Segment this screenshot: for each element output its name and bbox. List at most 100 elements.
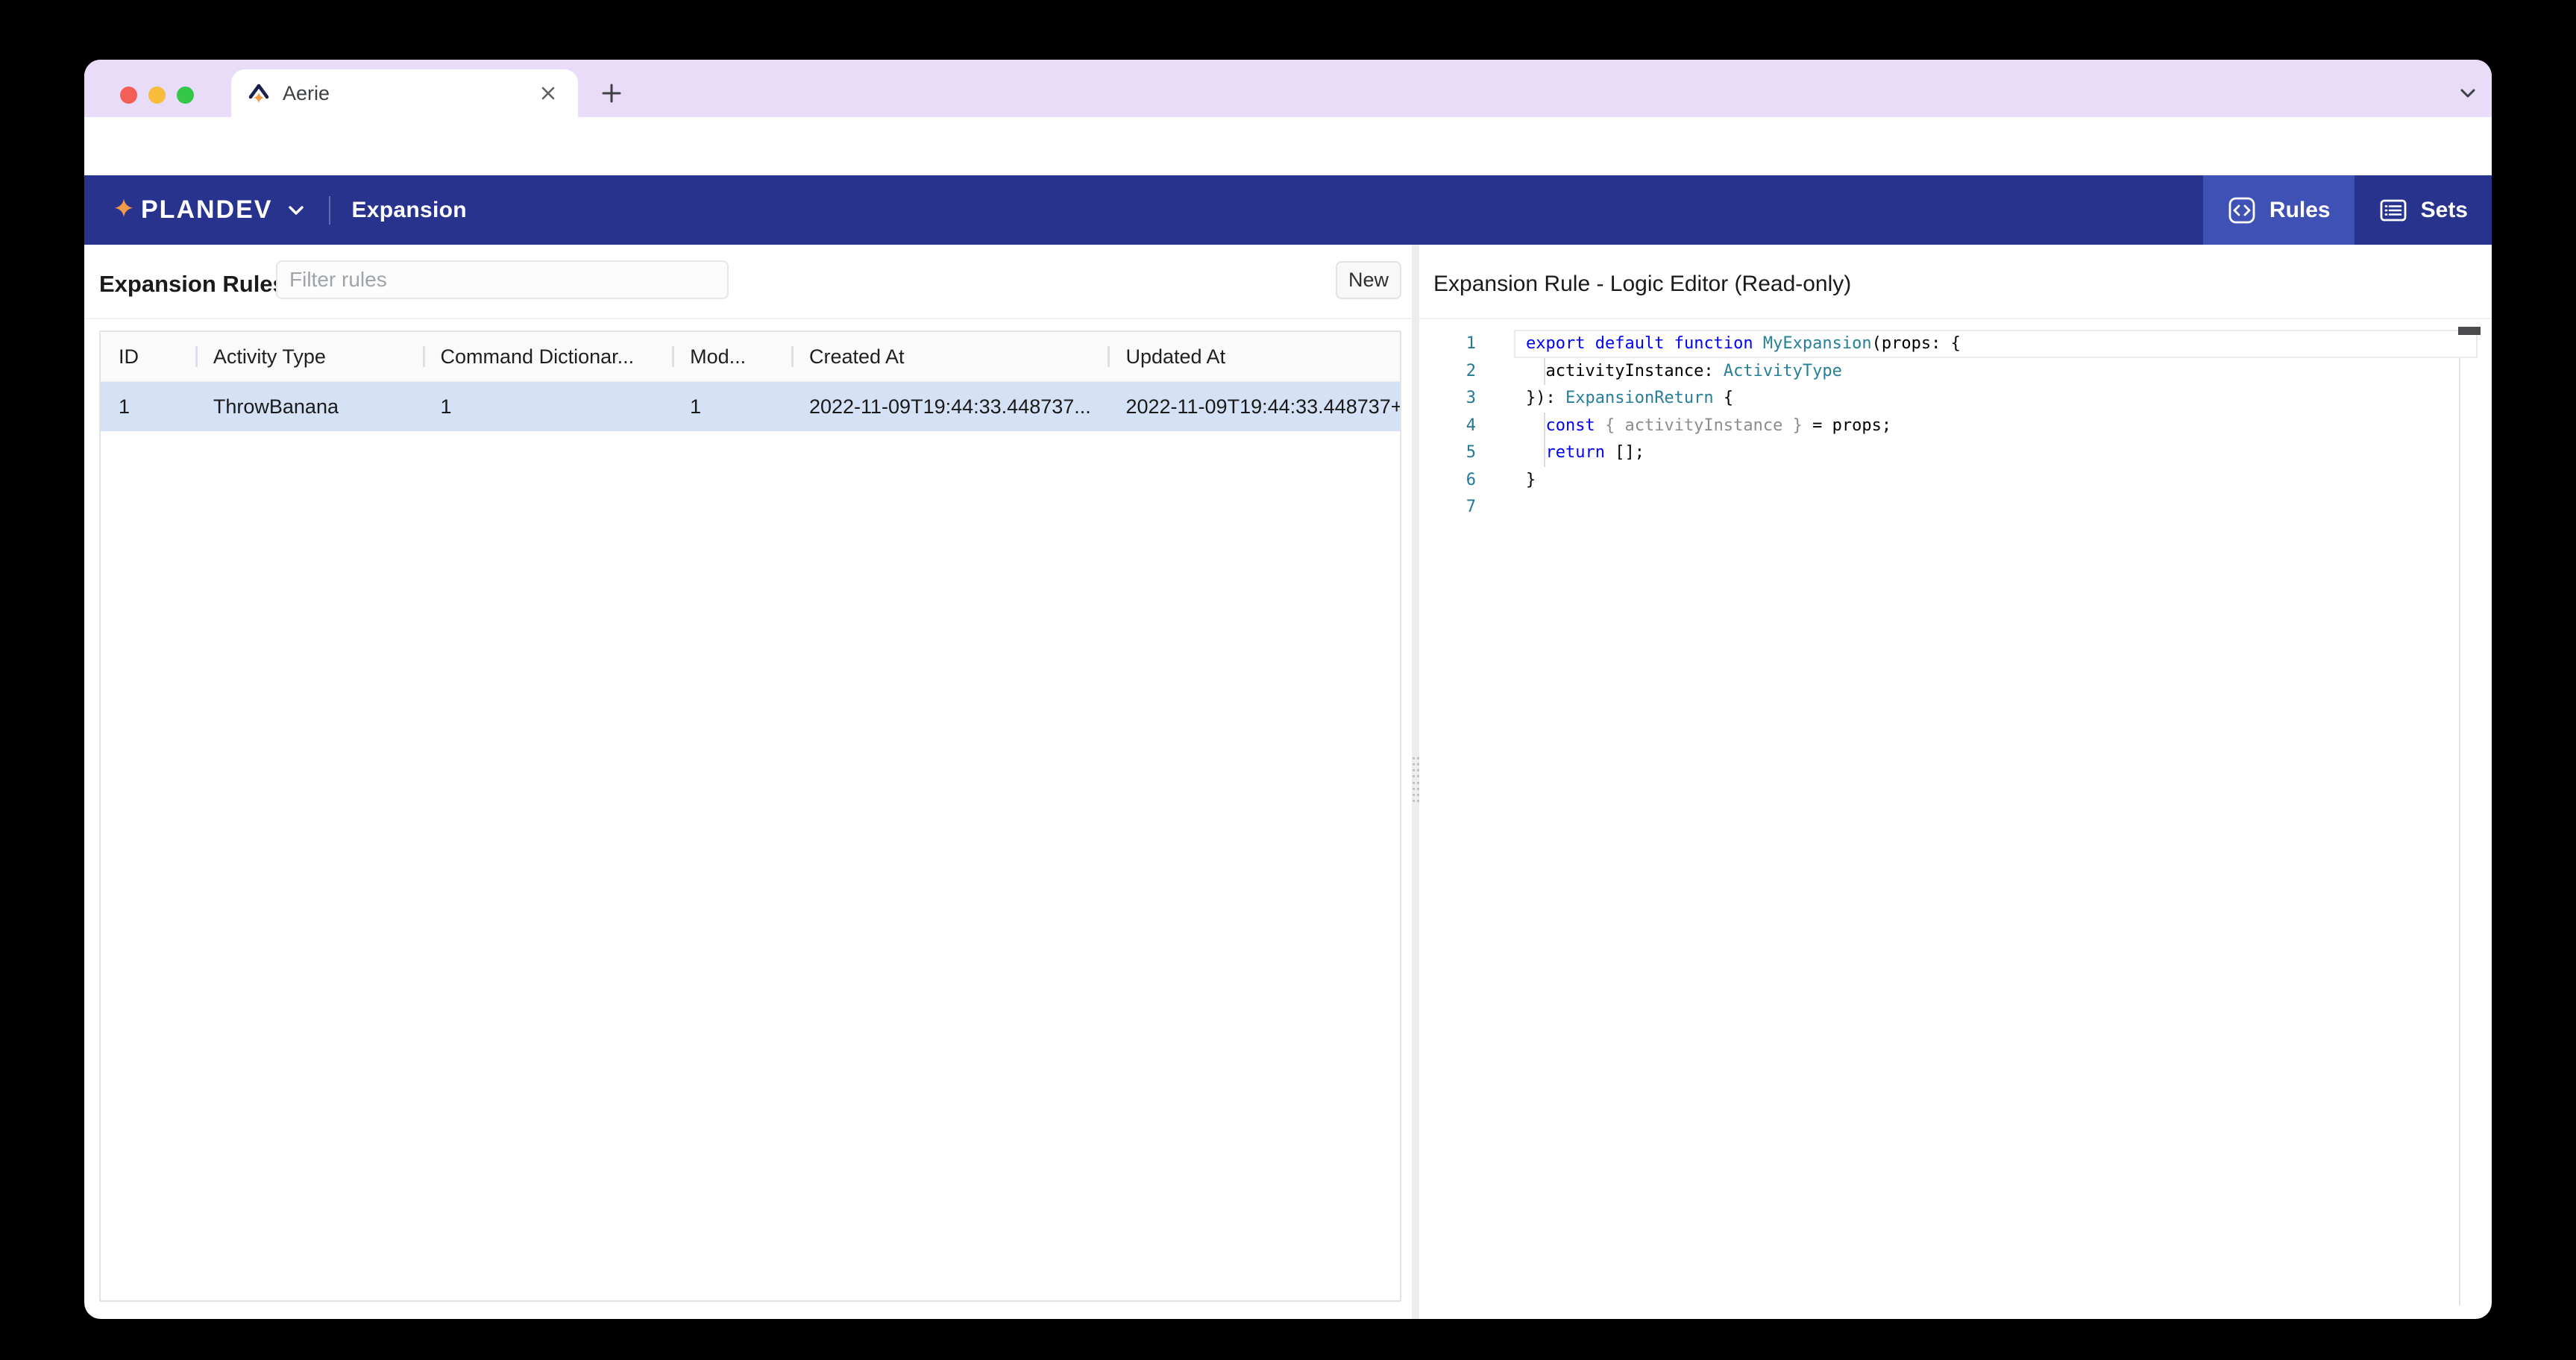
- code-token: }):: [1526, 389, 1565, 407]
- tab-title: Aerie: [283, 81, 330, 104]
- code-line: const { activityInstance } = props;: [1526, 412, 2473, 439]
- chevron-down-icon: [2460, 89, 2475, 98]
- column-header-label: Created At: [808, 345, 905, 368]
- traffic-light-minimize[interactable]: [148, 87, 166, 104]
- code-token: {: [1713, 389, 1734, 407]
- navbar-divider: [329, 195, 331, 225]
- code-line: return [];: [1526, 439, 2473, 467]
- page-title: Expansion: [351, 197, 467, 222]
- code-token: { activityInstance }: [1595, 416, 1803, 435]
- rules-table: ID Activity Type Command Dictionar... Mod..…: [99, 330, 1401, 1302]
- code-token: export: [1526, 334, 1586, 353]
- code-token: ActivityType: [1723, 361, 1842, 380]
- nav-item-label: Sets: [2420, 197, 2468, 222]
- column-header-label: Updated At: [1125, 345, 1226, 368]
- code-line: }: [1526, 467, 2473, 495]
- traffic-light-close[interactable]: [120, 87, 137, 104]
- code-line: export default function MyExpansion(prop…: [1526, 330, 2473, 358]
- browser-toolbar: localhost/expansion/rules: [84, 117, 2492, 225]
- column-separator: [672, 346, 675, 367]
- column-header-label: ID: [119, 345, 139, 368]
- code-token: default: [1595, 334, 1665, 353]
- traffic-light-maximize[interactable]: [177, 87, 194, 104]
- indent-guide: [1544, 412, 1545, 439]
- filter-rules-input[interactable]: [276, 260, 729, 299]
- table-cell: 1: [440, 395, 452, 418]
- tab-close-icon[interactable]: [533, 78, 563, 108]
- line-number: 1: [1466, 334, 1476, 353]
- tab-search-button[interactable]: [2453, 78, 2483, 108]
- indent-guide: [1544, 357, 1545, 385]
- code-token: [];: [1604, 443, 1644, 462]
- code-token: return: [1545, 443, 1605, 462]
- code-token: function: [1674, 334, 1753, 353]
- column-header[interactable]: Created At: [791, 332, 1108, 381]
- aerie-favicon-icon: [246, 81, 271, 106]
- new-rule-button[interactable]: New: [1336, 261, 1401, 299]
- browser-window: Aerie PLANDEV Expansion Rules Sets Expan…: [84, 60, 2492, 1319]
- column-header[interactable]: Command Dictionar...: [422, 332, 673, 381]
- column-header-label: Activity Type: [213, 345, 326, 368]
- code-token: ExpansionReturn: [1565, 389, 1714, 407]
- column-separator: [1108, 346, 1110, 367]
- logo-chevron-down-icon[interactable]: [284, 198, 308, 222]
- list-icon: [2380, 199, 2407, 221]
- table-cell: 1: [690, 395, 702, 418]
- code-icon: [2228, 197, 2255, 223]
- nav-item-rules[interactable]: Rules: [2202, 175, 2354, 245]
- logo-text: PLANDEV: [141, 195, 273, 224]
- browser-tab[interactable]: Aerie: [231, 69, 578, 117]
- editor-gutter: 1 2 3 4 5 6 7: [1427, 330, 1476, 521]
- column-separator: [422, 346, 425, 367]
- header-separator: [84, 318, 2492, 319]
- table-body: 1 ThrowBanana 1 1 2022-11-09T19:44:33.448737…: [101, 382, 1400, 431]
- code-line: }): ExpansionReturn {: [1526, 385, 2473, 413]
- panel-resize-handle[interactable]: [1412, 756, 1419, 803]
- column-header[interactable]: Activity Type: [195, 332, 423, 381]
- column-header[interactable]: Updated At: [1108, 332, 1400, 381]
- line-number: 3: [1466, 389, 1476, 407]
- logo-star-icon: [114, 198, 133, 217]
- column-header[interactable]: Mod...: [672, 332, 791, 381]
- left-panel-title: Expansion Rules: [99, 271, 286, 297]
- table-row[interactable]: 1 ThrowBanana 1 1 2022-11-09T19:44:33.448737…: [101, 382, 1400, 431]
- nav-item-label: Rules: [2269, 197, 2331, 222]
- code-token: activityInstance:: [1526, 361, 1724, 380]
- indent-guide: [1544, 439, 1545, 467]
- tab-bar: Aerie: [84, 60, 2492, 117]
- table-cell: 2022-11-09T19:44:33.448737...: [808, 395, 1091, 418]
- column-header-label: Command Dictionar...: [440, 345, 635, 368]
- nav-item-sets[interactable]: Sets: [2354, 175, 2492, 245]
- code-token: const: [1545, 416, 1595, 435]
- code-token: = props;: [1802, 416, 1892, 435]
- code-token: (props: {: [1871, 334, 1961, 353]
- new-tab-button[interactable]: [597, 78, 626, 108]
- app-navbar: PLANDEV Expansion Rules Sets: [84, 175, 2492, 245]
- line-number: 5: [1466, 443, 1476, 462]
- table-cell: ThrowBanana: [213, 395, 339, 418]
- right-panel-title: Expansion Rule - Logic Editor (Read-only…: [1433, 272, 1852, 296]
- line-number: 4: [1466, 416, 1476, 435]
- nav-items: Rules Sets: [2202, 175, 2492, 245]
- table-cell: 1: [119, 395, 131, 418]
- code-line: activityInstance: ActivityType: [1526, 357, 2473, 385]
- column-header-label: Mod...: [690, 345, 747, 368]
- column-separator: [195, 346, 198, 367]
- table-header-row: ID Activity Type Command Dictionar... Mod..…: [101, 332, 1400, 382]
- code-lines: export default function MyExpansion(prop…: [1526, 330, 2473, 521]
- line-number: 2: [1466, 361, 1476, 380]
- column-separator: [791, 346, 794, 367]
- table-cell: 2022-11-09T19:44:33.448737+: [1125, 395, 1401, 418]
- line-number: 7: [1466, 498, 1476, 516]
- column-header[interactable]: ID: [101, 332, 195, 381]
- plandev-logo[interactable]: PLANDEV: [110, 195, 308, 225]
- code-token: }: [1526, 470, 1536, 489]
- code-token: MyExpansion: [1762, 334, 1872, 353]
- line-number: 6: [1466, 470, 1476, 489]
